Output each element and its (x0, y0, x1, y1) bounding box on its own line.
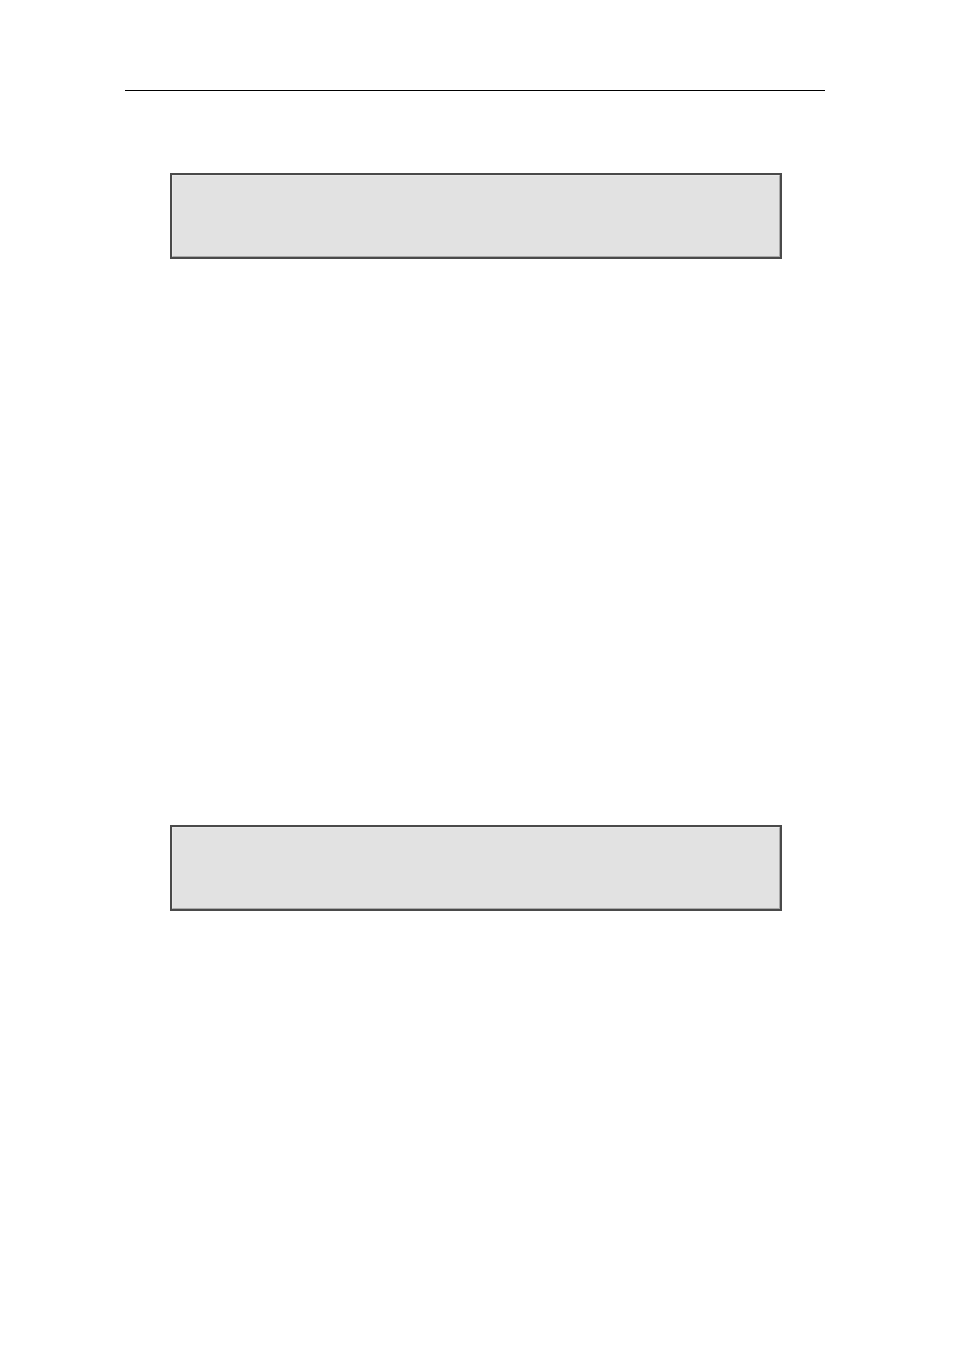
page (0, 0, 954, 1350)
horizontal-rule (125, 90, 825, 91)
inset-panel (170, 825, 782, 911)
inset-panel (170, 173, 782, 259)
